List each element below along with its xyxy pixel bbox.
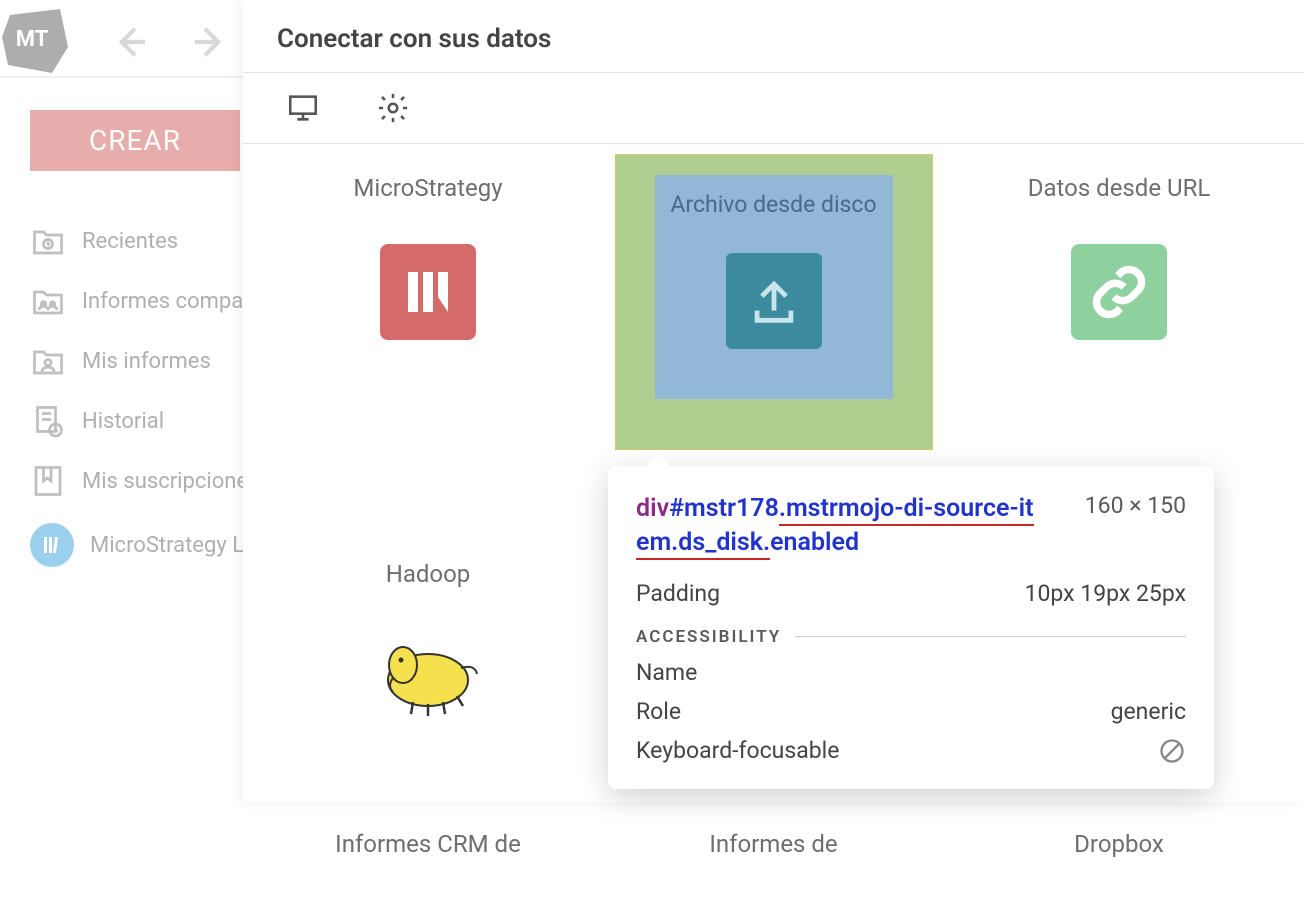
- selector-id: #mstr178: [669, 494, 779, 523]
- source-label: MicroStrategy: [353, 174, 502, 214]
- a11y-role-label: Role: [636, 698, 681, 725]
- sidebar-item-subscriptions[interactable]: Mis suscripcione: [30, 451, 270, 511]
- back-icon[interactable]: [110, 22, 150, 62]
- tooltip-arrow: [646, 454, 670, 466]
- library-icon: [40, 533, 64, 557]
- shared-folder-icon: [30, 283, 66, 319]
- sidebar-item-label: Historial: [82, 409, 164, 434]
- sidebar-item-library[interactable]: MicroStrategy Li: [30, 511, 270, 579]
- source-url[interactable]: Datos desde URL: [994, 174, 1244, 450]
- dimensions-text: 160 × 150: [1085, 492, 1186, 519]
- source-row-1: MicroStrategy Archivo desde disco Datos …: [303, 174, 1244, 450]
- sidebar-item-shared[interactable]: Informes compa: [30, 271, 270, 331]
- source-label: Hadoop: [386, 560, 471, 600]
- source-file-from-disk-highlighted[interactable]: Archivo desde disco: [615, 154, 933, 450]
- hadoop-icon: [373, 630, 483, 720]
- sidebar-item-label: Recientes: [82, 229, 178, 254]
- accessibility-header: ACCESSIBILITY: [636, 627, 781, 647]
- sidebar-item-label: Mis suscripcione: [82, 469, 248, 494]
- library-icon-badge: [30, 523, 74, 567]
- selector-class-rest: enabled: [770, 528, 859, 557]
- source-dropbox[interactable]: Dropbox: [994, 830, 1244, 870]
- source-label: Datos desde URL: [1028, 174, 1211, 214]
- source-label: Dropbox: [1074, 830, 1164, 870]
- selector-text: div#mstr178.mstrmojo-di-source-it em.ds_d…: [636, 492, 1034, 560]
- sidebar: CREAR Recientes Informes compa Mis infor…: [30, 110, 270, 579]
- link-icon: [1071, 244, 1167, 340]
- selector-tag: div: [636, 494, 669, 523]
- source-label: Informes de: [709, 830, 837, 870]
- sidebar-item-recientes[interactable]: Recientes: [30, 211, 270, 271]
- bookmark-icon: [30, 463, 66, 499]
- nav-arrows: [110, 22, 230, 62]
- source-crm[interactable]: Informes CRM de: [303, 830, 553, 870]
- app-logo-text: MT: [16, 27, 49, 52]
- forward-icon[interactable]: [190, 22, 230, 62]
- sidebar-item-label: Mis informes: [82, 349, 211, 374]
- user-folder-icon: [30, 343, 66, 379]
- sidebar-item-label: MicroStrategy Li: [90, 533, 249, 558]
- sidebar-item-my-reports[interactable]: Mis informes: [30, 331, 270, 391]
- source-microstrategy[interactable]: MicroStrategy: [303, 174, 553, 450]
- a11y-role-value: generic: [1111, 698, 1186, 725]
- padding-value: 10px 19px 25px: [1025, 580, 1186, 607]
- panel-toolbar: [243, 73, 1304, 144]
- selector-class-underlined-2: em.ds_disk.: [636, 528, 770, 560]
- source-label: Archivo desde disco: [670, 191, 876, 231]
- app-logo: MT: [0, 7, 70, 77]
- source-hadoop[interactable]: Hadoop: [303, 560, 553, 720]
- panel-title: Conectar con sus datos: [243, 0, 1304, 73]
- datasource-icon[interactable]: [283, 91, 323, 125]
- inspect-content-box: Archivo desde disco: [655, 175, 893, 399]
- source-reports[interactable]: Informes de: [649, 830, 899, 870]
- a11y-kbf-label: Keyboard-focusable: [636, 737, 839, 765]
- not-focusable-icon: [1158, 737, 1186, 765]
- source-row-3: Informes CRM de Informes de Dropbox: [303, 830, 1244, 870]
- selector-class-underlined-1: .mstrmojo-di-source-it: [779, 494, 1034, 526]
- padding-label: Padding: [636, 580, 720, 607]
- create-button[interactable]: CREAR: [30, 110, 240, 171]
- a11y-name-label: Name: [636, 659, 697, 686]
- devtools-inspect-tooltip: div#mstr178.mstrmojo-di-source-it em.ds_d…: [608, 466, 1214, 789]
- microstrategy-icon: [380, 244, 476, 340]
- history-icon: [30, 403, 66, 439]
- divider: [795, 636, 1186, 637]
- sidebar-item-history[interactable]: Historial: [30, 391, 270, 451]
- sidebar-item-label: Informes compa: [82, 289, 243, 314]
- gear-icon[interactable]: [373, 91, 413, 125]
- upload-icon: [726, 253, 822, 349]
- source-label: Informes CRM de: [335, 830, 521, 870]
- recent-icon: [30, 223, 66, 259]
